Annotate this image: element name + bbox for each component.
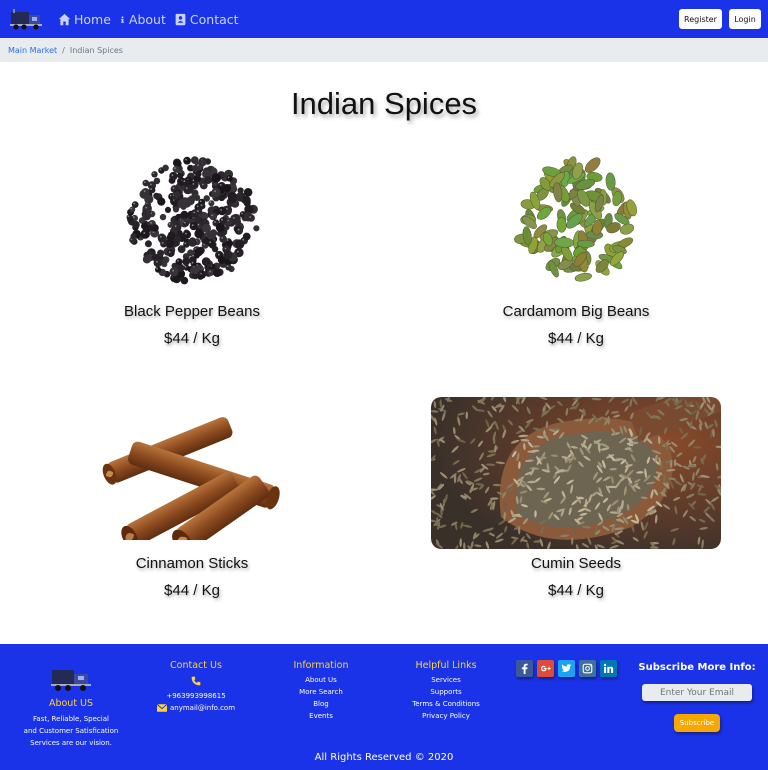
footer-information: Information About Us More Search Blog Ev… <box>271 660 371 722</box>
product-price: $44 / Kg <box>164 330 220 347</box>
nav-contact-link[interactable]: Contact <box>174 12 239 27</box>
cardamom-image[interactable] <box>506 152 646 288</box>
nav-contact-label: Contact <box>189 11 239 27</box>
truck-logo-icon <box>51 670 91 691</box>
google-plus-button[interactable] <box>537 660 554 677</box>
product-name: Cardamom Big Beans <box>502 303 650 320</box>
product-name: Cumin Seeds <box>530 555 622 572</box>
facebook-button[interactable] <box>516 660 533 677</box>
address-book-icon <box>175 13 186 25</box>
instagram-icon <box>582 663 593 674</box>
nav-home-link[interactable]: Home <box>58 12 111 27</box>
info-icon <box>120 15 124 23</box>
footer-about-text: and Customer Satisfication <box>23 727 119 735</box>
cinnamon-image[interactable] <box>86 410 300 540</box>
login-button[interactable]: Login <box>729 9 761 29</box>
footer-contact: Contact Us +963993998615 anymail@info.co… <box>146 660 246 714</box>
footer-link-more-search[interactable]: More Search <box>271 686 371 698</box>
footer-link-privacy[interactable]: Privacy Policy <box>396 710 496 722</box>
breadcrumb-separator: / <box>62 45 65 55</box>
subscribe-title: Subscribe More Info: <box>638 662 756 673</box>
product-card-cinnamon[interactable]: Cinnamon Sticks $44 / Kg <box>0 555 384 599</box>
twitter-icon <box>561 664 572 672</box>
footer-helpful-heading: Helpful Links <box>415 660 477 671</box>
nav-home-label: Home <box>74 11 111 27</box>
truck-logo-icon[interactable] <box>10 7 44 31</box>
twitter-button[interactable] <box>558 660 575 677</box>
product-card-cardamom[interactable]: Cardamom Big Beans $44 / Kg <box>384 303 768 347</box>
instagram-button[interactable] <box>579 660 596 677</box>
footer-link-services[interactable]: Services <box>396 674 496 686</box>
product-card-cumin[interactable]: Cumin Seeds $44 / Kg <box>384 555 768 599</box>
google-plus-icon <box>541 665 551 672</box>
facebook-icon <box>521 663 528 674</box>
footer-link-about-us[interactable]: About Us <box>271 674 371 686</box>
footer-contact-heading: Contact Us <box>170 660 222 671</box>
footer-information-heading: Information <box>293 660 349 671</box>
copyright: All Rights Reserved © 2020 <box>314 752 454 763</box>
linkedin-button[interactable] <box>600 660 617 677</box>
footer-link-supports[interactable]: Supports <box>396 686 496 698</box>
breadcrumb-current: Indian Spices <box>69 45 123 55</box>
product-card-black-pepper[interactable]: Black Pepper Beans $44 / Kg <box>0 303 384 347</box>
register-button[interactable]: Register <box>679 9 722 29</box>
cumin-image[interactable] <box>431 397 721 549</box>
footer-link-blog[interactable]: Blog <box>271 698 371 710</box>
breadcrumb-main-market-link[interactable]: Main Market <box>8 46 57 55</box>
footer-link-terms[interactable]: Terms & Conditions <box>396 698 496 710</box>
product-name: Cinnamon Sticks <box>135 555 249 572</box>
product-price: $44 / Kg <box>548 582 604 599</box>
nav-about-label: About <box>128 11 166 27</box>
phone-icon <box>191 676 201 686</box>
footer-helpful-links: Helpful Links Services Supports Terms & … <box>396 660 496 722</box>
envelope-icon <box>156 704 167 712</box>
nav-about-link[interactable]: About <box>119 12 166 27</box>
product-price: $44 / Kg <box>548 330 604 347</box>
linkedin-icon <box>603 663 614 673</box>
footer-about: About US Fast, Reliable, Special and Cus… <box>16 698 126 749</box>
breadcrumb: Main Market / Indian Spices <box>0 38 768 62</box>
subscribe-email-input[interactable] <box>642 684 752 701</box>
footer-phone[interactable]: +963993998615 <box>146 690 246 702</box>
footer-about-heading: About US <box>48 698 94 709</box>
footer-link-events[interactable]: Events <box>271 710 371 722</box>
navbar: Home About Contact Register Login <box>0 0 768 38</box>
footer-about-text: Fast, Reliable, Special <box>33 715 109 723</box>
black-pepper-image[interactable] <box>120 152 266 290</box>
footer-about-text: Services are our vision. <box>30 739 112 747</box>
product-name: Black Pepper Beans <box>124 303 260 320</box>
social-links <box>516 660 617 677</box>
product-price: $44 / Kg <box>164 582 220 599</box>
subscribe-button[interactable]: Subscribe <box>674 714 720 732</box>
page-title: Indian Spices <box>290 86 478 121</box>
footer-email[interactable]: anymail@info.com <box>170 702 235 714</box>
home-icon <box>58 13 71 25</box>
